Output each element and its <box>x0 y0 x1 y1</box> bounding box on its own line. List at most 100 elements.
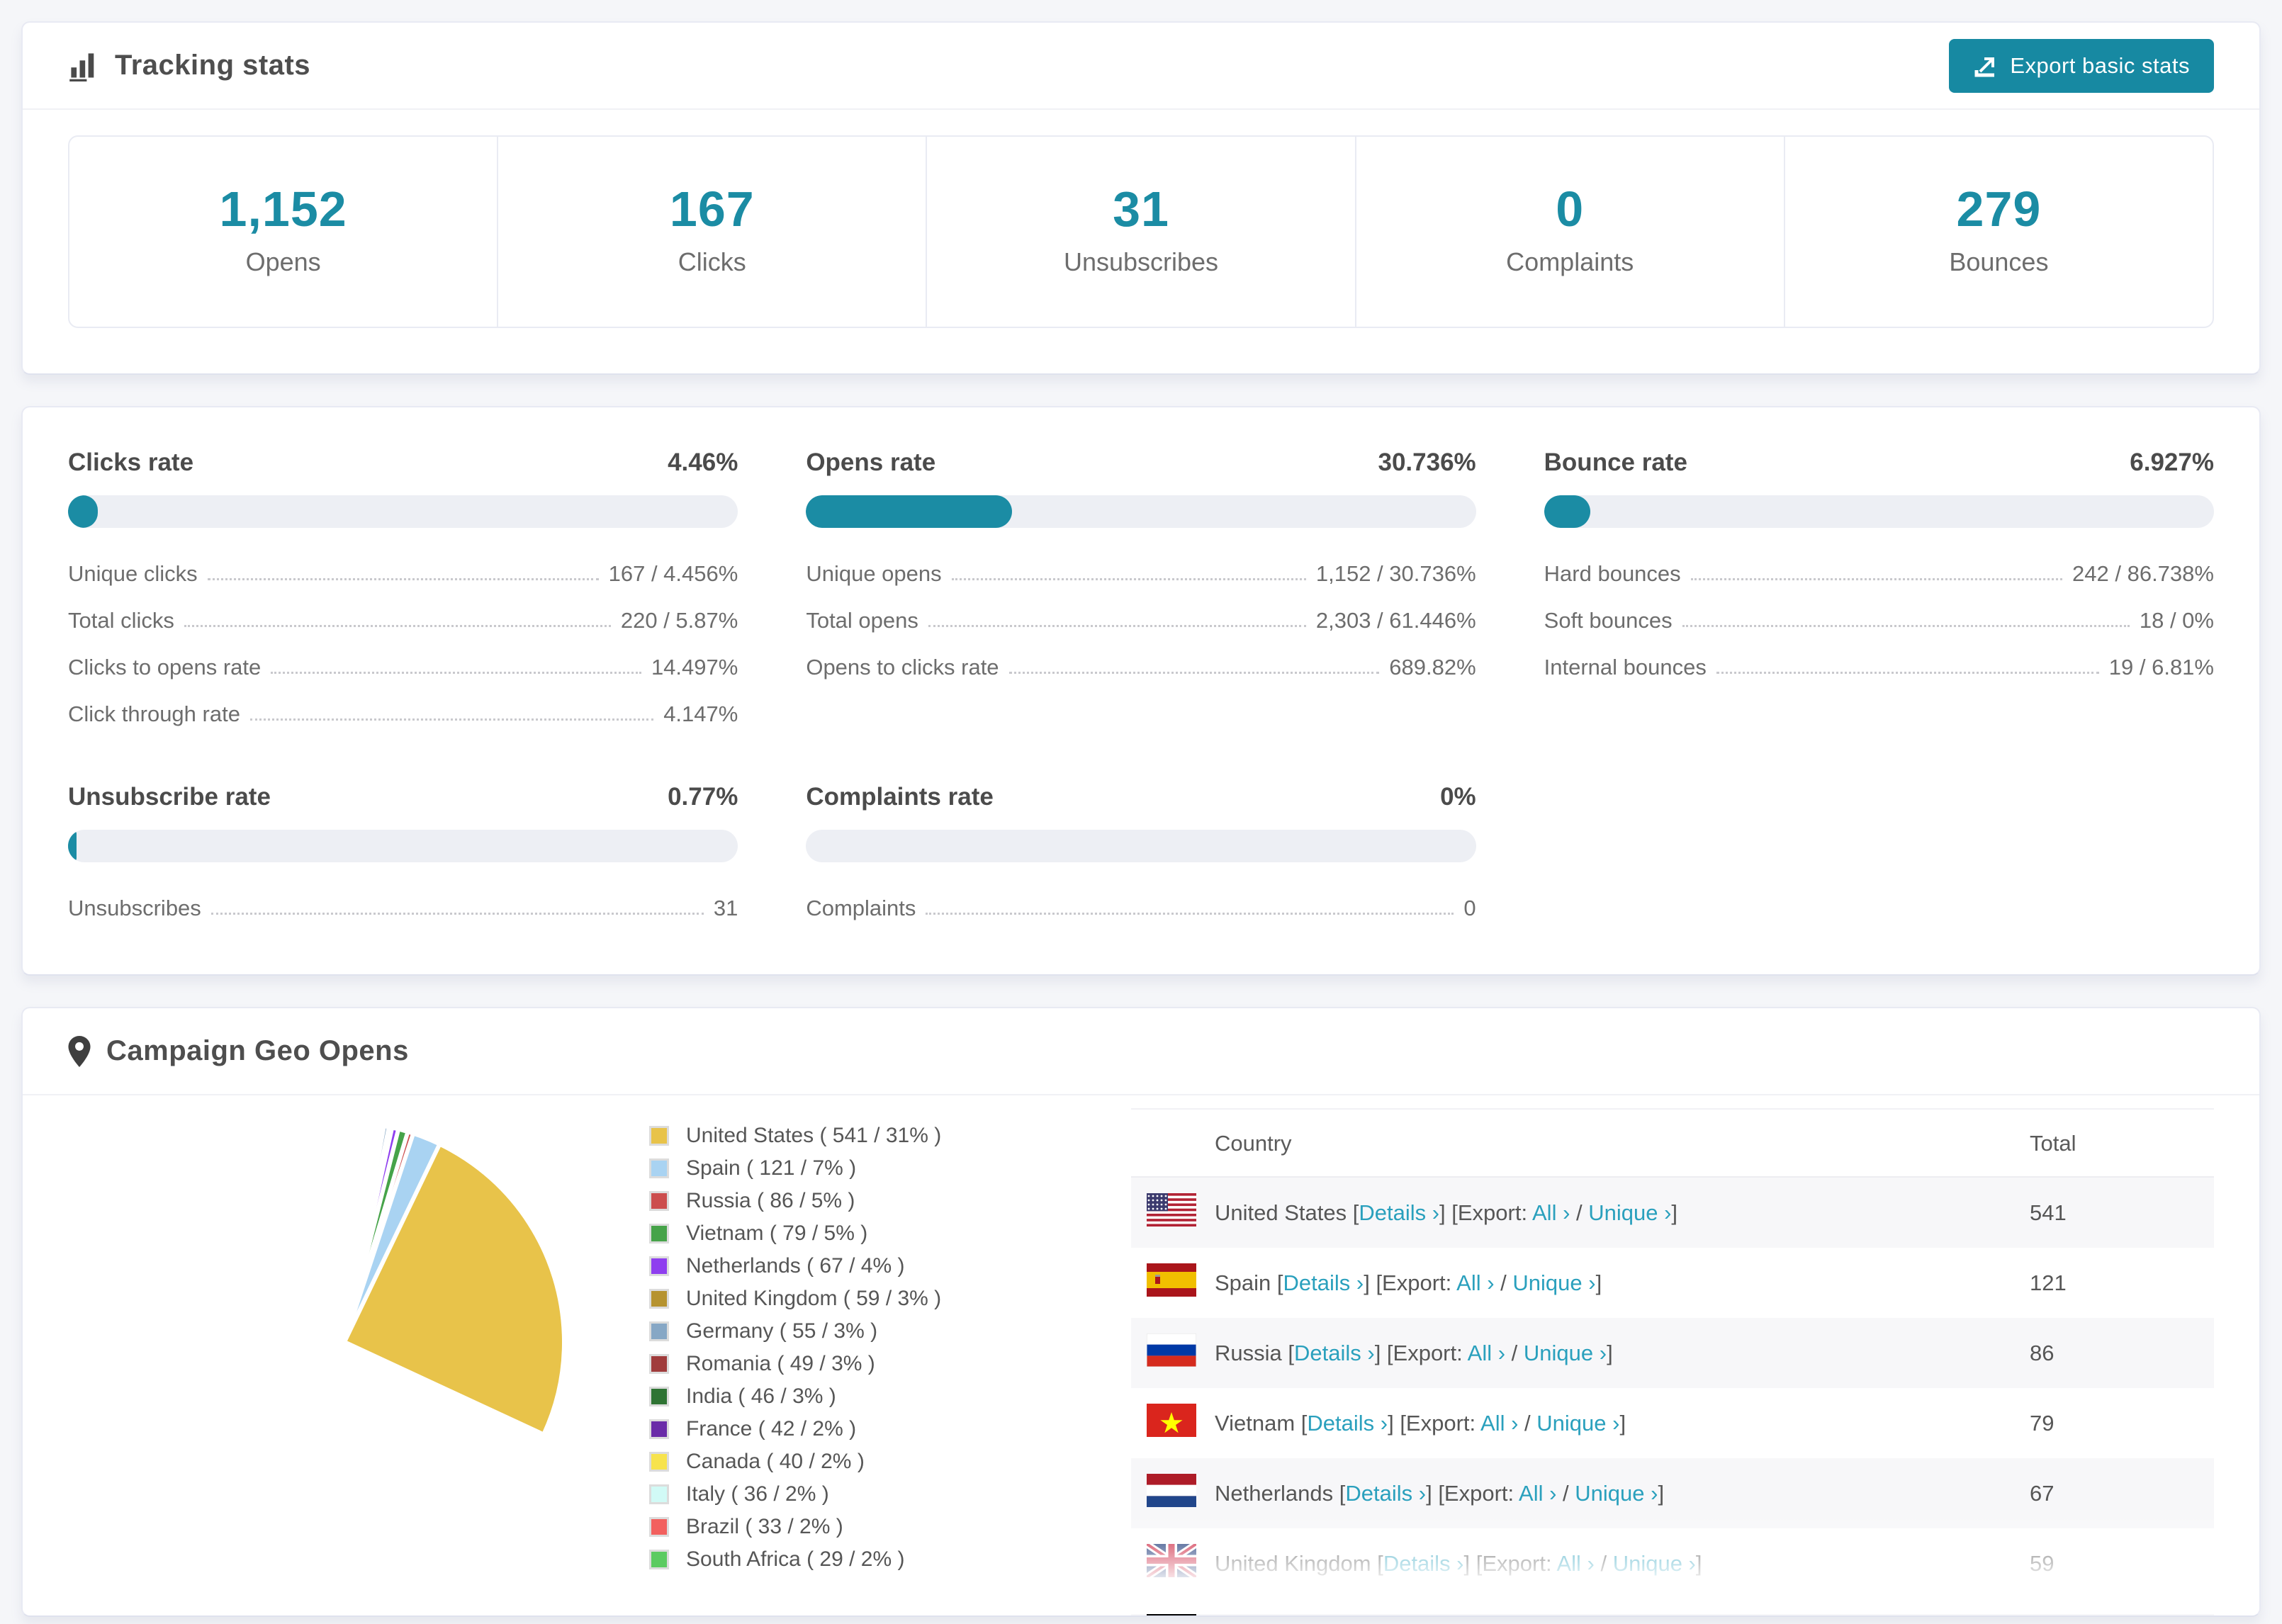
legend-item[interactable]: Russia ( 86 / 5% ) <box>649 1189 1131 1213</box>
rate-rows: Hard bounces 242 / 86.738% Soft bounces 18 … <box>1544 551 2214 691</box>
rate-stat-value: 4.147% <box>663 701 738 726</box>
legend-swatch <box>649 1191 669 1211</box>
rate-head: Unsubscribe rate 0.77% <box>68 783 738 811</box>
details-link[interactable]: Details › <box>1345 1481 1426 1506</box>
header-divider <box>23 108 2259 110</box>
legend-item[interactable]: South Africa ( 29 / 2% ) <box>649 1547 1131 1572</box>
country-cell: Spain [Details ›] [Export: All › / Uniqu… <box>1215 1270 1602 1295</box>
pie-slice-other-45[interactable] <box>343 1121 347 1343</box>
rate-title: Complaints rate <box>806 783 994 811</box>
export-all-link[interactable]: All › <box>1456 1270 1494 1295</box>
details-link[interactable]: Details › <box>1383 1551 1464 1576</box>
stat-label: Unsubscribes <box>1063 247 1219 276</box>
rate-value: 0% <box>1440 783 1476 811</box>
rate-stat-row: Hard bounces 242 / 86.738% <box>1544 551 2214 597</box>
rate-stat-row: Internal bounces 19 / 6.81% <box>1544 644 2214 691</box>
rate-title: Opens rate <box>806 449 936 476</box>
geo-table-wrap: Country Total United States [Details ›] … <box>1131 1108 2214 1615</box>
tracking-stats-title: Tracking stats <box>68 50 310 81</box>
export-unique-link[interactable]: Unique › <box>1588 1200 1671 1225</box>
export-unique-link[interactable]: Unique › <box>1512 1270 1595 1295</box>
rate-head: Clicks rate 4.46% <box>68 449 738 477</box>
stat-label: Clicks <box>678 247 746 276</box>
details-link[interactable]: Details › <box>1359 1200 1439 1225</box>
details-link[interactable]: Details › <box>1283 1270 1364 1295</box>
legend-swatch <box>649 1517 669 1537</box>
rate-stat-label: Total opens <box>806 608 918 633</box>
export-button-label: Export basic stats <box>2010 52 2190 78</box>
export-unique-link[interactable]: Unique › <box>1613 1551 1696 1576</box>
stat-label: Complaints <box>1506 247 1634 276</box>
bar-chart-icon <box>68 50 99 81</box>
stat-value: 279 <box>1956 181 2042 237</box>
legend-swatch <box>649 1224 669 1244</box>
country-cell: Russia [Details ›] [Export: All › / Uniq… <box>1215 1340 1613 1365</box>
geo-legend: United States ( 541 / 31% ) Spain ( 121 /… <box>621 1108 1131 1615</box>
rate-stat-row: Unique clicks 167 / 4.456% <box>68 551 738 597</box>
export-all-link[interactable]: All › <box>1480 1411 1518 1436</box>
legend-item[interactable]: Germany ( 55 / 3% ) <box>649 1319 1131 1343</box>
legend-item[interactable]: France ( 42 / 2% ) <box>649 1417 1131 1441</box>
flag-cell <box>1131 1318 1215 1388</box>
legend-item[interactable]: Romania ( 49 / 3% ) <box>649 1352 1131 1376</box>
country-column-header: Country <box>1131 1108 2030 1178</box>
legend-item[interactable]: Brazil ( 33 / 2% ) <box>649 1515 1131 1539</box>
rates-grid: Clicks rate 4.46% Unique clicks 167 / 4.456… <box>23 407 2259 974</box>
export-all-link[interactable]: All › <box>1532 1200 1570 1225</box>
rate-block-opens-rate: Opens rate 30.736% Unique opens 1,152 / 30.… <box>806 449 1476 738</box>
rate-stat-value: 19 / 6.81% <box>2108 655 2214 680</box>
rate-block-complaints-rate: Complaints rate 0% Complaints 0 <box>806 783 1476 932</box>
stat-card-bounces: 279 Bounces <box>1783 137 2213 327</box>
rate-stat-label: Click through rate <box>68 701 240 726</box>
legend-item[interactable]: Netherlands ( 67 / 4% ) <box>649 1254 1131 1278</box>
legend-label: Netherlands ( 67 / 4% ) <box>686 1254 905 1278</box>
export-unique-link[interactable]: Unique › <box>1575 1481 1658 1506</box>
export-basic-stats-button[interactable]: Export basic stats <box>1949 38 2214 93</box>
flag-cell <box>1131 1458 1215 1528</box>
rate-stat-row: Total clicks 220 / 5.87% <box>68 597 738 644</box>
rate-title: Clicks rate <box>68 449 194 476</box>
rate-head: Complaints rate 0% <box>806 783 1476 811</box>
total-cell: 79 <box>2030 1410 2055 1436</box>
legend-item[interactable]: United States ( 541 / 31% ) <box>649 1124 1131 1148</box>
export-all-link[interactable]: All › <box>1468 1341 1505 1365</box>
rate-value: 0.77% <box>668 783 738 811</box>
legend-swatch <box>649 1419 669 1439</box>
rate-rows: Complaints 0 <box>806 885 1476 932</box>
table-row-ru: Russia [Details ›] [Export: All › / Uniq… <box>1131 1318 2214 1388</box>
rate-stat-row: Clicks to opens rate 14.497% <box>68 644 738 691</box>
rate-stat-value: 242 / 86.738% <box>2072 561 2214 586</box>
legend-label: Romania ( 49 / 3% ) <box>686 1352 875 1375</box>
legend-label: India ( 46 / 3% ) <box>686 1385 836 1408</box>
legend-swatch <box>649 1321 669 1341</box>
rate-stat-value: 14.497% <box>651 655 738 680</box>
stats-summary-box: 1,152 Opens 167 Clicks 31 Unsubscribes 0 Compla… <box>68 135 2214 328</box>
legend-item[interactable]: Italy ( 36 / 2% ) <box>649 1482 1131 1506</box>
details-link[interactable]: Details › <box>1294 1341 1375 1365</box>
total-cell: 55 <box>2030 1598 2214 1615</box>
export-unique-link[interactable]: Unique › <box>1536 1411 1619 1436</box>
legend-item[interactable]: Canada ( 40 / 2% ) <box>649 1450 1131 1474</box>
dotted-leader <box>184 625 611 627</box>
rate-block-bounce-rate: Bounce rate 6.927% Hard bounces 242 / 86.73… <box>1544 449 2214 738</box>
legend-item[interactable]: United Kingdom ( 59 / 3% ) <box>649 1287 1131 1311</box>
rate-stat-label: Opens to clicks rate <box>806 655 999 680</box>
export-all-link[interactable]: All › <box>1556 1551 1594 1576</box>
rate-stat-label: Unique opens <box>806 561 942 586</box>
export-all-link[interactable]: All › <box>1519 1481 1556 1506</box>
details-link[interactable]: Details › <box>1307 1411 1388 1436</box>
rate-stat-row: Soft bounces 18 / 0% <box>1544 597 2214 644</box>
rate-progress-fill <box>1544 495 1591 528</box>
legend-item[interactable]: Spain ( 121 / 7% ) <box>649 1156 1131 1180</box>
legend-label: Italy ( 36 / 2% ) <box>686 1482 829 1506</box>
total-cell: 86 <box>2030 1340 2055 1365</box>
dotted-leader <box>1682 625 2130 627</box>
flag-cell <box>1131 1248 1215 1318</box>
rate-block-unsubscribe-rate: Unsubscribe rate 0.77% Unsubscribes 31 <box>68 783 738 932</box>
map-pin-icon <box>68 1035 91 1067</box>
rate-rows: Unique clicks 167 / 4.456% Total clicks 220… <box>68 551 738 738</box>
rate-head: Opens rate 30.736% <box>806 449 1476 477</box>
legend-item[interactable]: Vietnam ( 79 / 5% ) <box>649 1222 1131 1246</box>
legend-item[interactable]: India ( 46 / 3% ) <box>649 1385 1131 1409</box>
export-unique-link[interactable]: Unique › <box>1524 1341 1607 1365</box>
